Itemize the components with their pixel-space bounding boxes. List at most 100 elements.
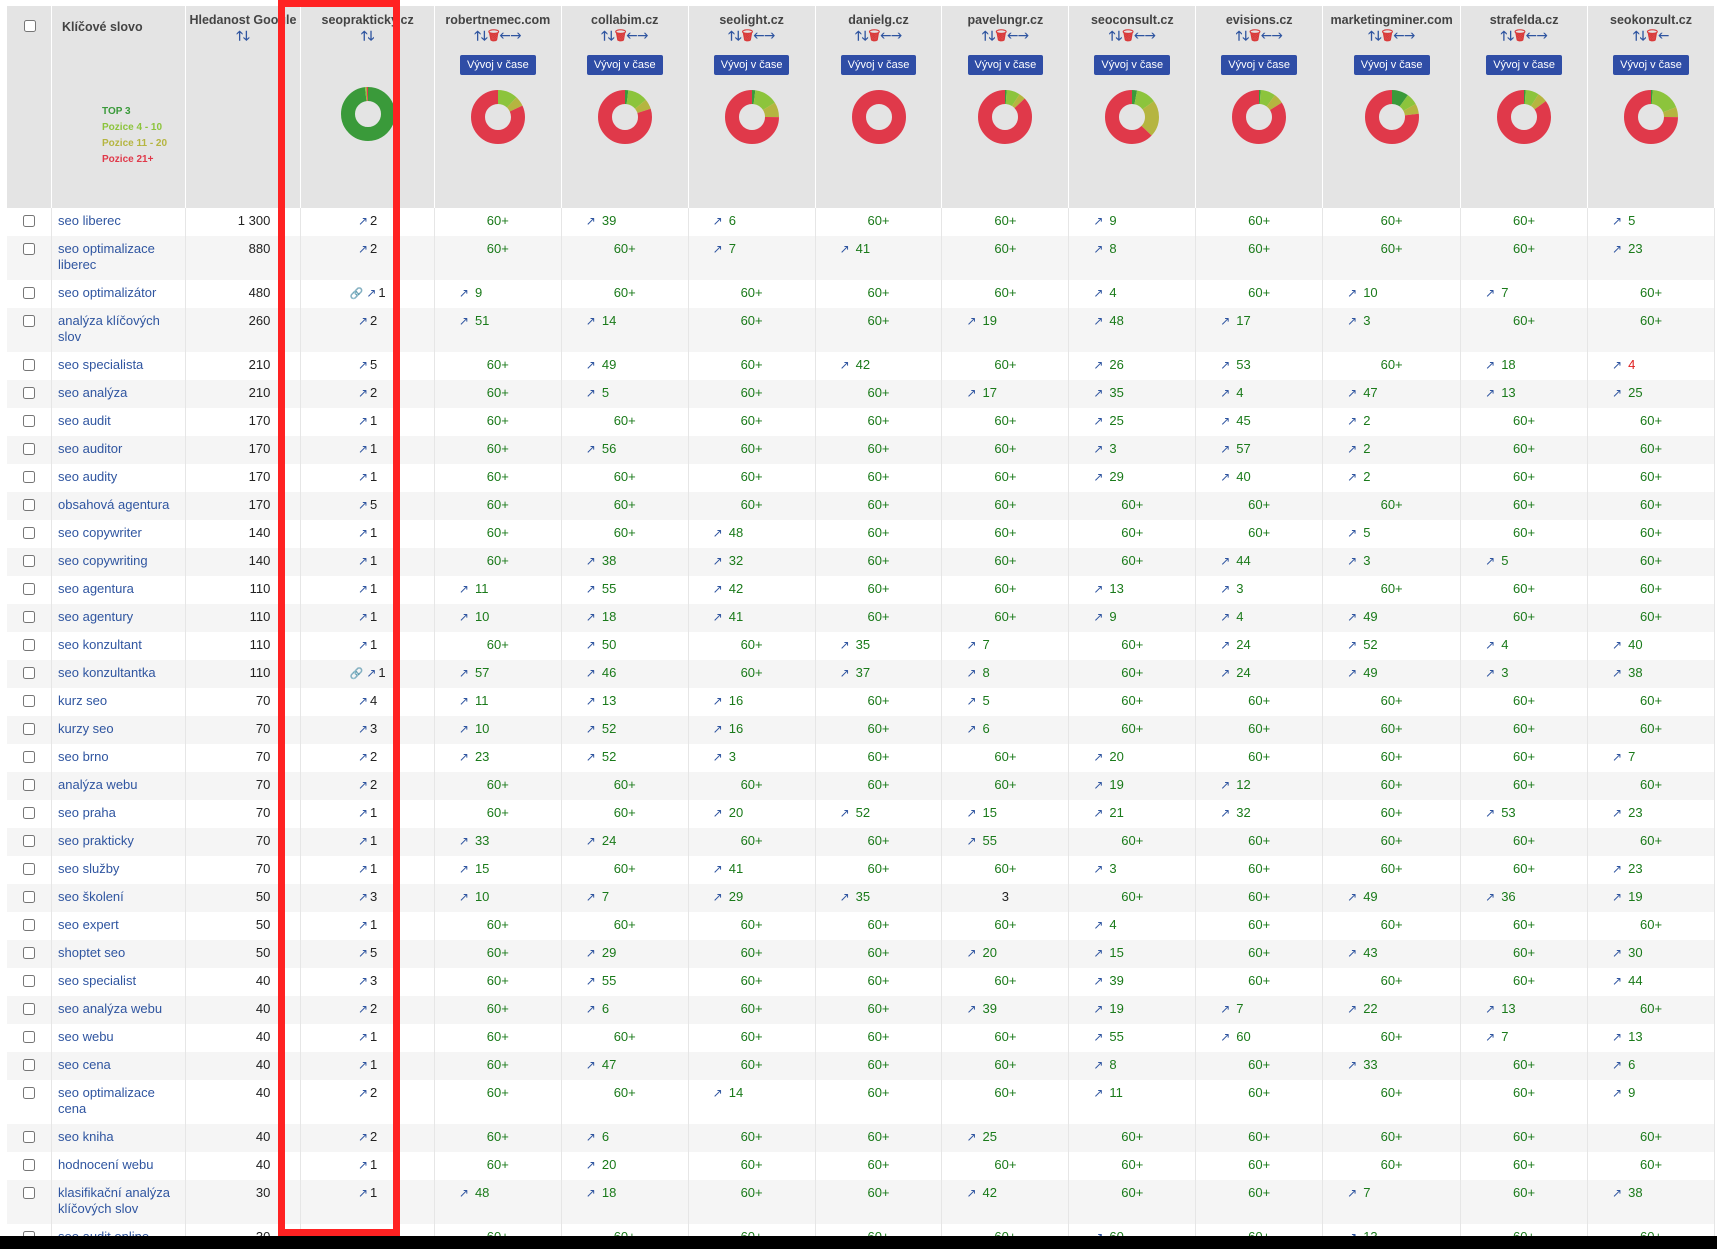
external-link-icon[interactable]: ↗	[358, 525, 368, 541]
external-link-icon[interactable]: ↗	[1220, 1001, 1230, 1017]
external-link-icon[interactable]: ↗	[1220, 553, 1230, 569]
link-icon[interactable]: 🔗	[350, 666, 364, 682]
row-checkbox[interactable]	[23, 1187, 35, 1199]
keyword-link[interactable]: seo analýza	[58, 385, 127, 400]
external-link-icon[interactable]: ↗	[1093, 241, 1103, 257]
keyword-cell[interactable]: seo analýza	[51, 380, 186, 408]
external-link-icon[interactable]: ↗	[586, 609, 596, 625]
keyword-cell[interactable]: seo prakticky	[51, 828, 186, 856]
keyword-cell[interactable]: seo optimalizace cena	[51, 1080, 186, 1124]
external-link-icon[interactable]: ↗	[358, 469, 368, 485]
row-checkbox[interactable]	[23, 975, 35, 987]
keyword-link[interactable]: seo liberec	[58, 213, 121, 228]
external-link-icon[interactable]: ↗	[1612, 749, 1622, 765]
external-link-icon[interactable]: ↗	[358, 637, 368, 653]
row-checkbox[interactable]	[23, 1059, 35, 1071]
external-link-icon[interactable]: ↗	[1485, 285, 1495, 301]
row-checkbox[interactable]	[23, 387, 35, 399]
site-controls[interactable]: 🡑🡓🗑🡐	[1588, 29, 1714, 43]
external-link-icon[interactable]: ↗	[1347, 945, 1357, 961]
row-checkbox[interactable]	[23, 863, 35, 875]
keyword-cell[interactable]: seo audit	[51, 408, 186, 436]
external-link-icon[interactable]: ↗	[966, 1185, 976, 1201]
keyword-link[interactable]: seo cena	[58, 1057, 111, 1072]
external-link-icon[interactable]: ↗	[1093, 313, 1103, 329]
keyword-link[interactable]: seo optimalizátor	[58, 285, 156, 300]
external-link-icon[interactable]: ↗	[358, 313, 368, 329]
external-link-icon[interactable]: ↗	[1347, 385, 1357, 401]
row-checkbox[interactable]	[23, 1031, 35, 1043]
keyword-link[interactable]: seo prakticky	[58, 833, 134, 848]
external-link-icon[interactable]: ↗	[1485, 1001, 1495, 1017]
external-link-icon[interactable]: ↗	[358, 1057, 368, 1073]
row-checkbox[interactable]	[23, 415, 35, 427]
external-link-icon[interactable]: ↗	[1093, 973, 1103, 989]
external-link-icon[interactable]: ↗	[840, 889, 850, 905]
external-link-icon[interactable]: ↗	[459, 889, 469, 905]
site-controls[interactable]: 🡑🡓🗑🡐🡒	[1461, 29, 1587, 43]
external-link-icon[interactable]: ↗	[586, 721, 596, 737]
external-link-icon[interactable]: ↗	[1347, 637, 1357, 653]
external-link-icon[interactable]: ↗	[358, 413, 368, 429]
external-link-icon[interactable]: ↗	[966, 313, 976, 329]
external-link-icon[interactable]: ↗	[1347, 313, 1357, 329]
external-link-icon[interactable]: ↗	[1093, 469, 1103, 485]
external-link-icon[interactable]: ↗	[1220, 357, 1230, 373]
site-controls[interactable]: 🡑🡓🗑🡐🡒	[942, 29, 1068, 43]
trend-button[interactable]: Vývoj v čase	[459, 55, 536, 75]
external-link-icon[interactable]: ↗	[966, 945, 976, 961]
external-link-icon[interactable]: ↗	[1093, 213, 1103, 229]
external-link-icon[interactable]: ↗	[1485, 637, 1495, 653]
keyword-cell[interactable]: seo liberec	[51, 208, 186, 236]
keyword-cell[interactable]: seo copywriter	[51, 520, 186, 548]
keyword-cell[interactable]: seo specialista	[51, 352, 186, 380]
external-link-icon[interactable]: ↗	[966, 665, 976, 681]
external-link-icon[interactable]: ↗	[1093, 1029, 1103, 1045]
external-link-icon[interactable]: ↗	[358, 1001, 368, 1017]
external-link-icon[interactable]: ↗	[1612, 889, 1622, 905]
external-link-icon[interactable]: ↗	[358, 805, 368, 821]
external-link-icon[interactable]: ↗	[586, 665, 596, 681]
external-link-icon[interactable]: ↗	[1220, 385, 1230, 401]
external-link-icon[interactable]: ↗	[586, 637, 596, 653]
external-link-icon[interactable]: ↗	[358, 721, 368, 737]
external-link-icon[interactable]: ↗	[1612, 1085, 1622, 1101]
external-link-icon[interactable]: ↗	[713, 609, 723, 625]
external-link-icon[interactable]: ↗	[840, 637, 850, 653]
external-link-icon[interactable]: ↗	[459, 693, 469, 709]
external-link-icon[interactable]: ↗	[1093, 861, 1103, 877]
keyword-link[interactable]: analýza webu	[58, 777, 138, 792]
link-icon[interactable]: 🔗	[350, 286, 364, 302]
external-link-icon[interactable]: ↗	[358, 441, 368, 457]
external-link-icon[interactable]: ↗	[586, 693, 596, 709]
external-link-icon[interactable]: ↗	[586, 1157, 596, 1173]
site-controls[interactable]: 🡑🡓🗑🡐🡒	[689, 29, 815, 43]
row-checkbox[interactable]	[23, 243, 35, 255]
row-checkbox[interactable]	[23, 315, 35, 327]
external-link-icon[interactable]: ↗	[1220, 413, 1230, 429]
row-checkbox[interactable]	[23, 443, 35, 455]
trend-button[interactable]: Vývoj v čase	[1221, 55, 1298, 75]
external-link-icon[interactable]: ↗	[1093, 1001, 1103, 1017]
external-link-icon[interactable]: ↗	[586, 213, 596, 229]
external-link-icon[interactable]: ↗	[966, 693, 976, 709]
row-checkbox[interactable]	[23, 919, 35, 931]
trend-button[interactable]: Vývoj v čase	[1486, 55, 1562, 75]
keyword-cell[interactable]: seo agentura	[51, 576, 186, 604]
external-link-icon[interactable]: ↗	[586, 441, 596, 457]
external-link-icon[interactable]: ↗	[358, 1029, 368, 1045]
keyword-cell[interactable]: seo školení	[51, 884, 186, 912]
external-link-icon[interactable]: ↗	[1347, 553, 1357, 569]
external-link-icon[interactable]: ↗	[966, 1001, 976, 1017]
trend-button[interactable]: Vývoj v čase	[1094, 55, 1171, 75]
row-checkbox[interactable]	[23, 947, 35, 959]
row-checkbox[interactable]	[23, 723, 35, 735]
keyword-link[interactable]: seo specialista	[58, 357, 143, 372]
external-link-icon[interactable]: ↗	[1612, 241, 1622, 257]
row-checkbox[interactable]	[23, 1159, 35, 1171]
row-checkbox[interactable]	[23, 471, 35, 483]
keyword-cell[interactable]: seo auditor	[51, 436, 186, 464]
external-link-icon[interactable]: ↗	[586, 581, 596, 597]
external-link-icon[interactable]: ↗	[459, 833, 469, 849]
external-link-icon[interactable]: ↗	[840, 357, 850, 373]
